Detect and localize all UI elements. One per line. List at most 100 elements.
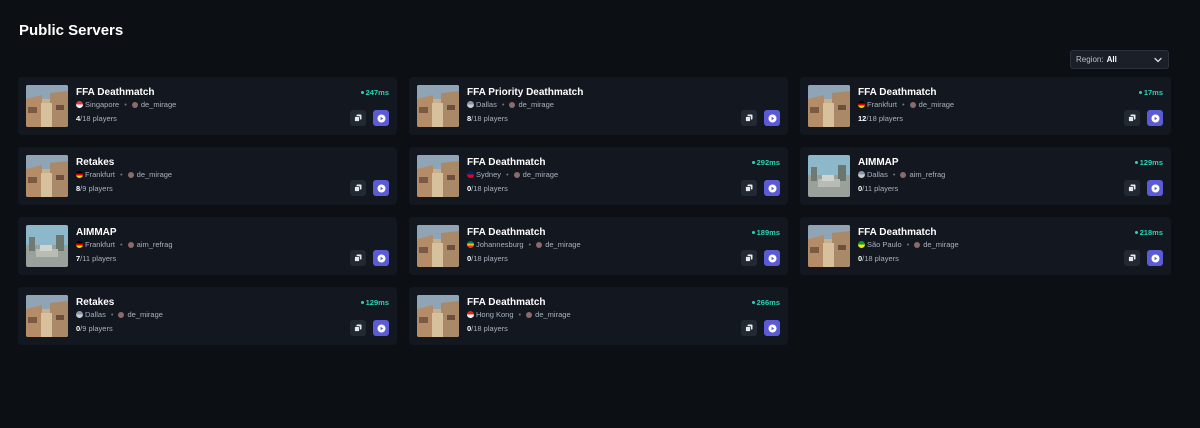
server-card[interactable]: Retakes Frankfurt • de_mirage 8/9 player… (18, 147, 397, 205)
server-card[interactable]: FFA Deathmatch Singapore • de_mirage 4/1… (18, 77, 397, 135)
play-icon (1151, 254, 1159, 262)
server-name: FFA Priority Deathmatch (467, 87, 584, 98)
server-name: FFA Deathmatch (858, 227, 937, 238)
copy-address-button[interactable] (350, 110, 366, 126)
server-card[interactable]: FFA Priority Deathmatch Dallas • de_mira… (409, 77, 788, 135)
map-thumbnail (417, 225, 459, 267)
server-map: de_mirage (140, 100, 177, 109)
player-max: /18 players (471, 114, 508, 123)
separator: • (528, 240, 532, 249)
server-card[interactable]: AIMMAP Frankfurt • aim_refrag 7/11 playe… (18, 217, 397, 275)
map-thumbnail-aim-refrag (808, 155, 850, 197)
play-icon (768, 324, 776, 332)
ping-indicator: 17ms (1138, 88, 1163, 97)
server-location: São Paulo (867, 240, 902, 249)
server-card[interactable]: FFA Deathmatch Hong Kong • de_mirage 0/1… (409, 287, 788, 345)
connect-button[interactable] (373, 110, 389, 126)
flag-icon (467, 101, 474, 108)
connect-button[interactable] (1147, 110, 1163, 126)
player-count: 8/18 players (467, 114, 508, 123)
ping-dot-icon (1138, 91, 1142, 94)
server-name: AIMMAP (76, 227, 117, 238)
flag-icon (467, 171, 474, 178)
connect-button[interactable] (373, 180, 389, 196)
separator: • (902, 100, 905, 109)
server-grid: FFA Deathmatch Singapore • de_mirage 4/1… (18, 77, 1183, 345)
connect-button[interactable] (764, 110, 780, 126)
flag-icon (76, 101, 83, 108)
copy-address-button[interactable] (1124, 180, 1140, 196)
map-thumbnail-de-mirage (417, 155, 459, 197)
server-location: Frankfurt (85, 240, 116, 249)
connect-button[interactable] (764, 180, 780, 196)
server-card[interactable]: FFA Deathmatch Sydney • de_mirage 0/18 p… (409, 147, 788, 205)
play-icon (377, 324, 385, 332)
copy-address-button[interactable] (741, 250, 757, 266)
server-card[interactable]: FFA Deathmatch Frankfurt • de_mirage 12/… (800, 77, 1171, 135)
map-thumbnail (417, 155, 459, 197)
copy-address-button[interactable] (1124, 250, 1140, 266)
copy-address-button[interactable] (350, 320, 366, 336)
ping-dot-icon (360, 301, 364, 304)
ping-value: 292ms (756, 158, 780, 167)
player-max: /18 players (862, 254, 899, 263)
map-thumbnail (26, 225, 68, 267)
player-max: /18 players (471, 324, 508, 333)
copy-icon (354, 254, 362, 262)
flag-icon (76, 311, 83, 318)
server-meta: Sydney • de_mirage (467, 170, 558, 179)
server-card[interactable]: FFA Deathmatch São Paulo • de_mirage 0/1… (800, 217, 1171, 275)
copy-address-button[interactable] (741, 320, 757, 336)
ping-dot-icon (751, 301, 755, 304)
ping-dot-icon (1134, 231, 1138, 234)
copy-icon (745, 114, 753, 122)
copy-icon (354, 324, 362, 332)
region-select[interactable]: Region: All (1070, 50, 1169, 69)
player-count: 7/11 players (76, 254, 116, 263)
copy-address-button[interactable] (741, 180, 757, 196)
server-meta: Dallas • aim_refrag (858, 170, 945, 179)
play-icon (377, 184, 385, 192)
play-icon (377, 114, 385, 122)
server-card[interactable]: Retakes Dallas • de_mirage 0/9 players 1… (18, 287, 397, 345)
map-thumbnail (26, 155, 68, 197)
map-icon (914, 241, 921, 248)
ping-value: 189ms (756, 228, 780, 237)
ping-indicator: 266ms (751, 298, 780, 307)
server-meta: Frankfurt • de_mirage (76, 170, 172, 179)
copy-address-button[interactable] (350, 180, 366, 196)
connect-button[interactable] (764, 320, 780, 336)
connect-button[interactable] (373, 320, 389, 336)
copy-address-button[interactable] (350, 250, 366, 266)
copy-address-button[interactable] (1124, 110, 1140, 126)
play-icon (768, 184, 776, 192)
player-count: 0/18 players (858, 254, 899, 263)
server-card[interactable]: FFA Deathmatch Johannesburg • de_mirage … (409, 217, 788, 275)
connect-button[interactable] (1147, 180, 1163, 196)
copy-icon (1128, 184, 1136, 192)
server-name: AIMMAP (858, 157, 899, 168)
player-max: /18 players (866, 114, 904, 123)
map-thumbnail-de-mirage (417, 295, 459, 337)
player-count: 0/18 players (467, 184, 508, 193)
copy-address-button[interactable] (741, 110, 757, 126)
server-card[interactable]: AIMMAP Dallas • aim_refrag 0/11 players … (800, 147, 1171, 205)
connect-button[interactable] (373, 250, 389, 266)
server-meta: Singapore • de_mirage (76, 100, 176, 109)
map-thumbnail-de-mirage (26, 85, 68, 127)
server-map: aim_refrag (909, 170, 946, 179)
region-value: All (1106, 55, 1117, 64)
play-icon (768, 114, 776, 122)
connect-button[interactable] (1147, 250, 1163, 266)
ping-dot-icon (751, 231, 755, 234)
connect-button[interactable] (764, 250, 780, 266)
server-location: Singapore (85, 100, 120, 109)
player-count: 4/18 players (76, 114, 117, 123)
server-name: Retakes (76, 297, 115, 308)
map-thumbnail (26, 295, 68, 337)
separator: • (518, 310, 522, 319)
server-name: FFA Deathmatch (467, 297, 546, 308)
server-map: de_mirage (522, 170, 559, 179)
server-meta: Hong Kong • de_mirage (467, 310, 571, 319)
server-name: Retakes (76, 157, 115, 168)
